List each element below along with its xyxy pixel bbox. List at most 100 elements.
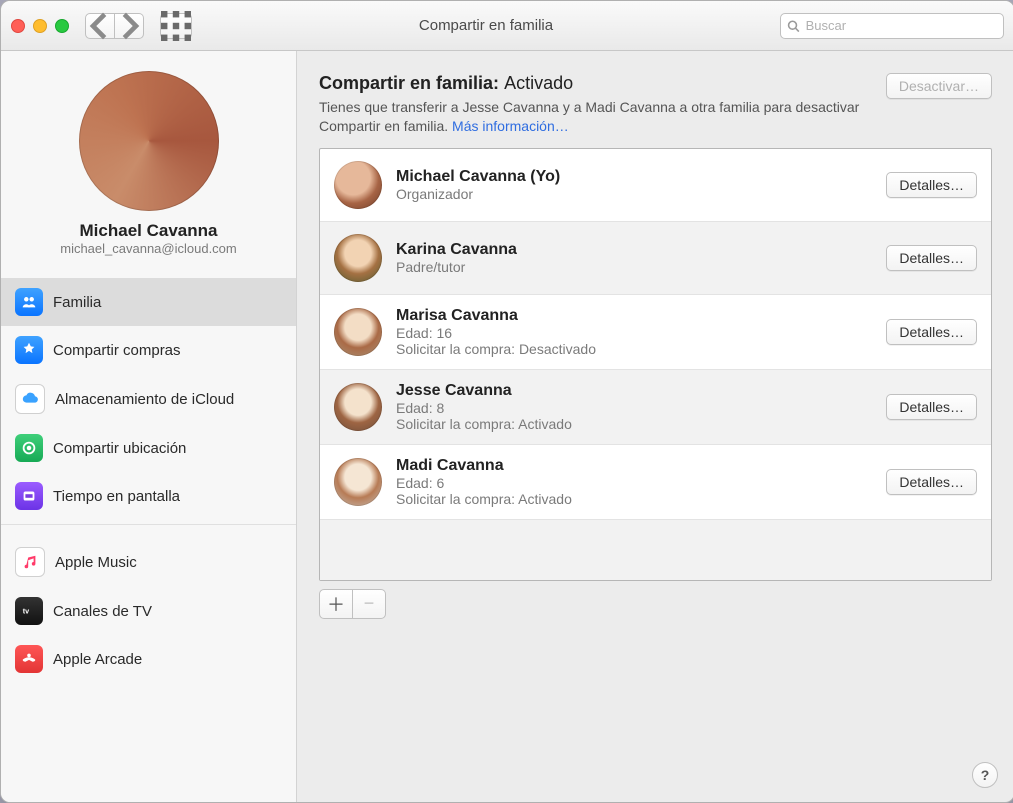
sidebar-item-arcade[interactable]: Apple Arcade [1, 635, 296, 683]
member-avatar [334, 383, 382, 431]
add-member-button[interactable]: ＋ [319, 589, 353, 619]
family-members-table: Michael Cavanna (Yo) Organizador Detalle… [319, 148, 992, 581]
member-age-line: Edad: 8 [396, 400, 872, 416]
main-panel: Compartir en familia: Activado Tienes qu… [297, 51, 1013, 803]
sidebar-item-music[interactable]: Apple Music [1, 537, 296, 587]
more-info-link[interactable]: Más información… [452, 118, 569, 134]
chevron-left-icon [86, 12, 114, 40]
page-description: Tienes que transferir a Jesse Cavanna y … [319, 98, 876, 136]
member-avatar [334, 161, 382, 209]
sidebar-item-compras[interactable]: Compartir compras [1, 326, 296, 374]
arcade-icon [15, 645, 43, 673]
family-icon [15, 288, 43, 316]
details-button[interactable]: Detalles… [886, 319, 977, 345]
zoom-window-button[interactable] [55, 19, 69, 33]
sidebar-item-label: Almacenamiento de iCloud [55, 391, 234, 408]
tv-icon: tv [15, 597, 43, 625]
age-value: 8 [436, 400, 444, 416]
nav-buttons [85, 13, 144, 39]
sidebar-item-label: Apple Arcade [53, 651, 142, 668]
search-input[interactable] [804, 17, 997, 34]
age-value: 16 [436, 325, 452, 341]
sidebar-list-2: Apple Music tv Canales de TV Apple Arcad… [1, 537, 296, 683]
search-field[interactable] [780, 13, 1004, 39]
preferences-window: Compartir en familia Michael Cavanna mic… [0, 0, 1013, 803]
plus-icon: ＋ [327, 591, 345, 617]
remove-member-button[interactable]: − [353, 589, 386, 619]
ask-value: Desactivado [519, 341, 596, 357]
page-title: Compartir en familia: Activado [319, 73, 876, 94]
table-row[interactable]: Madi Cavanna Edad: 6 Solicitar la compra… [320, 445, 991, 520]
member-avatar [334, 458, 382, 506]
member-age-line: Edad: 16 [396, 325, 872, 341]
screentime-icon [15, 482, 43, 510]
titlebar: Compartir en familia [1, 1, 1013, 51]
table-row[interactable]: Marisa Cavanna Edad: 16 Solicitar la com… [320, 295, 991, 370]
details-button[interactable]: Detalles… [886, 172, 977, 198]
sidebar-item-icloud[interactable]: Almacenamiento de iCloud [1, 374, 296, 424]
member-role: Organizador [396, 186, 872, 202]
sidebar-item-tv[interactable]: tv Canales de TV [1, 587, 296, 635]
details-button[interactable]: Detalles… [886, 245, 977, 271]
table-spacer [320, 520, 991, 580]
table-row[interactable]: Karina Cavanna Padre/tutor Detalles… [320, 222, 991, 295]
deactivate-button[interactable]: Desactivar… [886, 73, 992, 99]
member-name: Karina Cavanna [396, 241, 872, 259]
music-icon [15, 547, 45, 577]
age-label: Edad: [396, 325, 433, 341]
member-ask-line: Solicitar la compra: Activado [396, 491, 872, 507]
user-name: Michael Cavanna [11, 221, 286, 241]
sidebar-item-label: Familia [53, 294, 101, 311]
details-button[interactable]: Detalles… [886, 394, 977, 420]
age-label: Edad: [396, 475, 433, 491]
sidebar-item-label: Compartir compras [53, 342, 181, 359]
help-button[interactable]: ? [972, 762, 998, 788]
sidebar-item-familia[interactable]: Familia [1, 278, 296, 326]
member-ask-line: Solicitar la compra: Desactivado [396, 341, 872, 357]
minimize-window-button[interactable] [33, 19, 47, 33]
sidebar-list-1: Familia Compartir compras Almacenamiento… [1, 278, 296, 520]
details-button[interactable]: Detalles… [886, 469, 977, 495]
member-name: Madi Cavanna [396, 457, 872, 475]
svg-text:tv: tv [23, 607, 29, 616]
sidebar-item-tiempo[interactable]: Tiempo en pantalla [1, 472, 296, 520]
search-icon [787, 19, 800, 33]
minus-icon: − [364, 593, 375, 614]
heading-prefix: Compartir en familia: [319, 73, 499, 93]
ask-value: Activado [518, 416, 572, 432]
table-row[interactable]: Jesse Cavanna Edad: 8 Solicitar la compr… [320, 370, 991, 445]
member-avatar [334, 234, 382, 282]
sidebar-item-label: Canales de TV [53, 603, 152, 620]
grid-icon [161, 11, 191, 41]
window-title: Compartir en familia [202, 17, 770, 34]
sidebar-separator [1, 524, 296, 525]
forward-button[interactable] [115, 13, 144, 39]
heading-state: Activado [504, 73, 573, 93]
age-label: Edad: [396, 400, 433, 416]
close-window-button[interactable] [11, 19, 25, 33]
ask-value: Activado [518, 491, 572, 507]
back-button[interactable] [85, 13, 115, 39]
member-name: Michael Cavanna (Yo) [396, 168, 872, 186]
member-role: Padre/tutor [396, 259, 872, 275]
ask-label: Solicitar la compra: [396, 491, 515, 507]
location-icon [15, 434, 43, 462]
member-name: Jesse Cavanna [396, 382, 872, 400]
user-avatar [79, 71, 219, 211]
member-ask-line: Solicitar la compra: Activado [396, 416, 872, 432]
user-email: michael_cavanna@icloud.com [11, 241, 286, 256]
ask-label: Solicitar la compra: [396, 341, 515, 357]
age-value: 6 [436, 475, 444, 491]
sidebar-item-label: Tiempo en pantalla [53, 488, 180, 505]
description-text: Tienes que transferir a Jesse Cavanna y … [319, 99, 859, 134]
table-row[interactable]: Michael Cavanna (Yo) Organizador Detalle… [320, 149, 991, 222]
appstore-icon [15, 336, 43, 364]
member-age-line: Edad: 6 [396, 475, 872, 491]
sidebar-item-ubicacion[interactable]: Compartir ubicación [1, 424, 296, 472]
ask-label: Solicitar la compra: [396, 416, 515, 432]
help-icon: ? [981, 767, 990, 783]
table-controls: ＋ − [319, 589, 992, 619]
show-all-prefs-button[interactable] [160, 13, 192, 39]
sidebar: Michael Cavanna michael_cavanna@icloud.c… [1, 51, 297, 803]
chevron-right-icon [115, 12, 143, 40]
